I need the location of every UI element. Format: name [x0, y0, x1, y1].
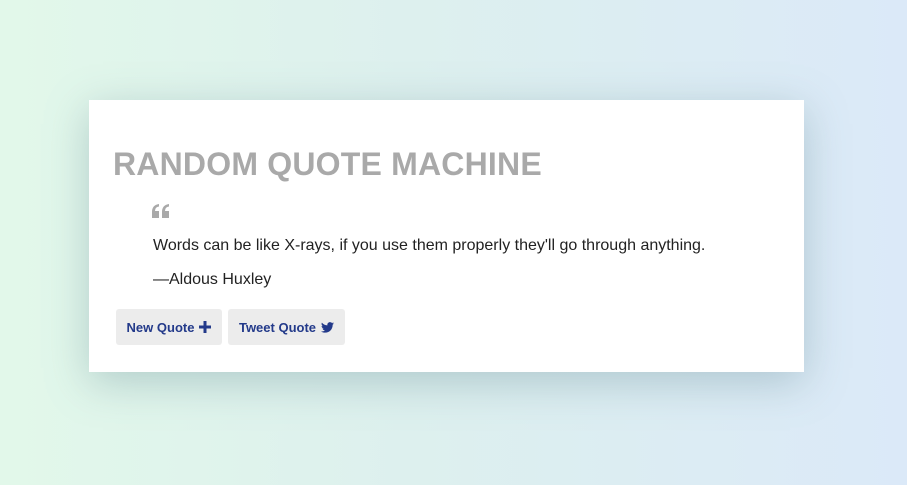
tweet-quote-button[interactable]: Tweet Quote [228, 309, 345, 345]
quote-card: RANDOM QUOTE MACHINE Words can be like X… [89, 100, 804, 372]
twitter-icon [321, 321, 335, 333]
quote-author: —Aldous Huxley [153, 271, 272, 288]
plus-icon [199, 321, 212, 333]
new-quote-label: New Quote [126, 319, 195, 335]
tweet-quote-label: Tweet Quote [238, 319, 317, 335]
page-title: RANDOM QUOTE MACHINE [113, 146, 542, 182]
new-quote-button[interactable]: New Quote [116, 309, 222, 345]
quote-text: Words can be like X-rays, if you use the… [153, 237, 706, 254]
quote-left-icon [152, 204, 170, 220]
